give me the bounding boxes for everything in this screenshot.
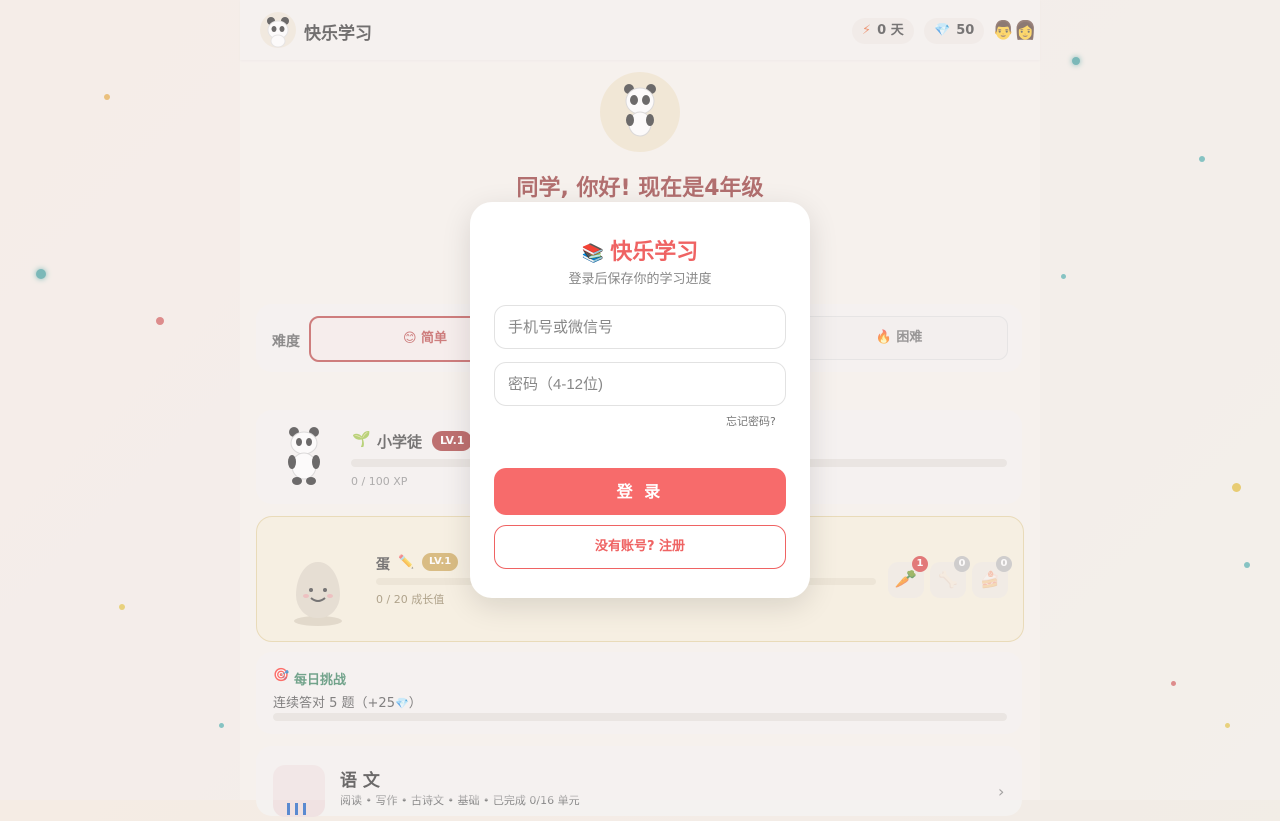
login-modal: 📚快乐学习 登录后保存你的学习进度 忘记密码? 登 录 没有账号? 注册: [470, 202, 810, 598]
login-button[interactable]: 登 录: [494, 468, 786, 515]
modal-title-text: 快乐学习: [610, 240, 699, 265]
register-button[interactable]: 没有账号? 注册: [494, 525, 786, 569]
forgot-password-link[interactable]: 忘记密码?: [726, 413, 776, 429]
password-input[interactable]: [494, 362, 786, 406]
phone-input[interactable]: [494, 305, 786, 349]
books-icon: 📚: [581, 243, 605, 264]
modal-title: 📚 快乐学习: [470, 234, 810, 266]
modal-subtitle: 登录后保存你的学习进度: [568, 272, 712, 287]
